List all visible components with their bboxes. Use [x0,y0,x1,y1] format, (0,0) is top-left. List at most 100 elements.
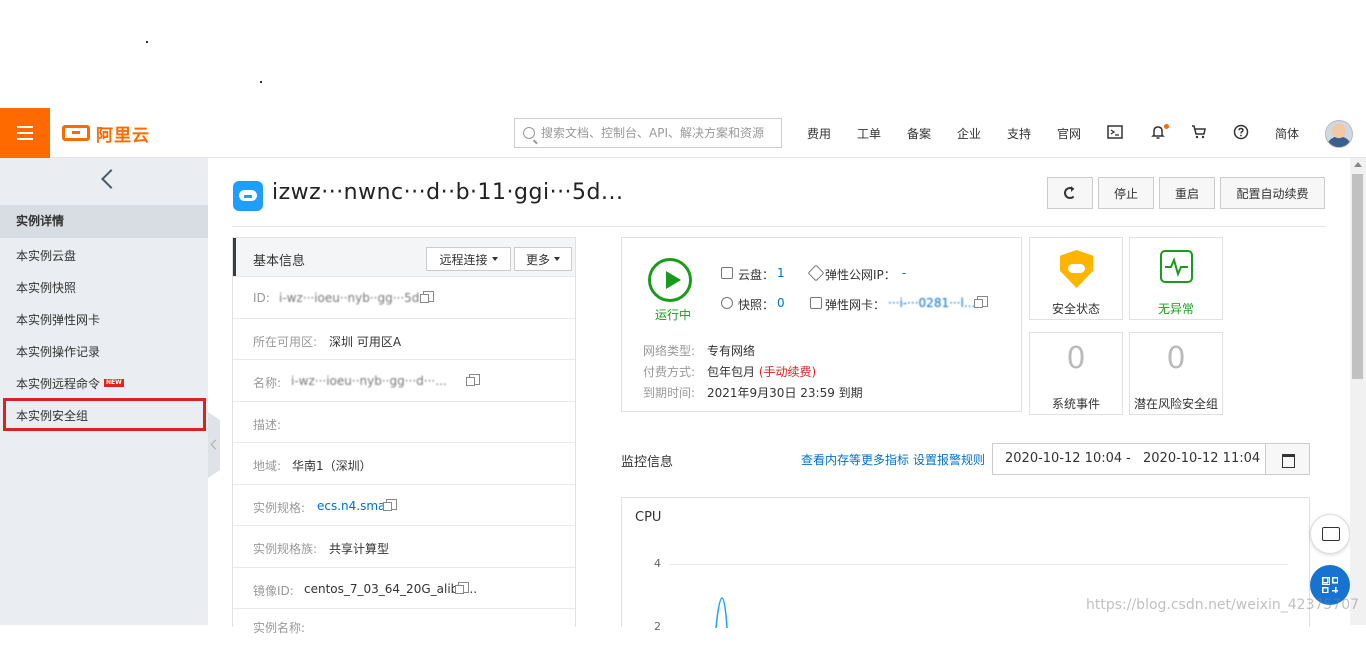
eip-label: 弹性公网IP： [825,268,896,282]
divider [232,226,1326,227]
range-end[interactable]: 2020-10-12 11:04 [1143,451,1260,466]
more-button[interactable]: 更多 [514,247,572,271]
top-navbar: 阿里云 费用 工单 备案 企业 支持 官网 简体 [0,108,1366,158]
info-value: i-wz···ioeu··nyb··gg···5d [279,291,420,305]
more-label: 更多 [525,252,550,267]
search-box[interactable] [514,118,782,148]
remote-connect-button[interactable]: 远程连接 [426,247,511,271]
nav-ticket[interactable]: 工单 [857,125,881,142]
copy-icon[interactable] [974,296,988,308]
info-row-name: 名称: i-wz···ioeu··nyb··gg···d···... [233,359,575,400]
user-avatar[interactable] [1325,120,1353,148]
billing-type: 包年包月 [707,365,756,379]
refresh-button[interactable] [1047,177,1093,209]
search-icon [523,127,535,139]
risk-security-groups-tile[interactable]: 0 潜在风险安全组 [1129,332,1223,415]
info-row-id: ID: i-wz···ioeu··nyb··gg···5d [233,276,575,317]
basic-info-header: 基本信息 远程连接 更多 [233,238,575,276]
help-icon[interactable] [1233,124,1249,140]
alarm-rules-link[interactable]: 设置报警规则 [913,451,985,468]
logo-text: 阿里云 [96,125,150,146]
snapshot-count[interactable]: 0 [777,296,785,310]
info-label: 地域: [253,459,282,473]
health-status-tile[interactable]: 无异常 [1129,237,1223,320]
range-start[interactable]: 2020-10-12 10:04 [1005,451,1122,466]
aliyun-logo-mark [62,125,90,141]
info-row-image-id: 镜像ID: centos_7_03_64_20G_aliba... [233,567,575,608]
cloud-disk-count[interactable]: 1 [777,266,785,280]
y-tick-label: 4 [654,557,661,570]
system-events-count: 0 [1066,341,1086,376]
running-status-icon [648,258,692,302]
nav-support[interactable]: 支持 [1007,125,1031,142]
chat-support-button[interactable] [1310,514,1350,554]
monitor-title: 监控信息 [621,455,674,470]
instance-spec-link[interactable]: ecs.n4.small [317,499,392,513]
info-value: 深圳 可用区A [329,335,402,349]
eni-value[interactable]: ···i-···0281···l... [888,296,975,310]
nav-enterprise[interactable]: 企业 [957,125,981,142]
range-separator: - [1126,451,1131,466]
terminal-icon[interactable] [1107,124,1123,140]
y-tick-label: 2 [654,620,661,633]
no-anomaly-label: 无异常 [1157,302,1194,316]
info-label: 所在可用区: [253,335,318,349]
restart-button[interactable]: 重启 [1159,177,1215,209]
more-metrics-link[interactable]: 查看内存等更多指标 [801,451,909,468]
shield-icon [1060,250,1093,288]
sidebar-item-remote-command[interactable]: 本实例远程命令 NEW [16,375,124,392]
info-row-spec-family: 实例规格族: 共享计算型 [233,525,575,566]
scroll-up-arrow-icon[interactable] [1354,162,1362,167]
time-range-picker[interactable]: 2020-10-12 10:04 - 2020-10-12 11:04 [992,443,1310,475]
nav-official[interactable]: 官网 [1057,125,1081,142]
sidebar-item-disks[interactable]: 本实例云盘 [16,247,76,264]
chart-title: CPU [635,510,662,525]
sidebar-item-operation-log[interactable]: 本实例操作记录 [16,343,100,360]
snapshot-icon [721,297,733,309]
security-status-tile[interactable]: 安全状态 [1029,237,1123,320]
sidebar-item-snapshots[interactable]: 本实例快照 [16,279,76,296]
info-value: 共享计算型 [329,542,390,556]
edit-icon[interactable] [466,374,480,386]
auto-renew-button[interactable]: 配置自动续费 [1220,177,1325,209]
cart-icon[interactable] [1191,124,1207,140]
security-status-label: 安全状态 [1051,302,1100,316]
nav-language[interactable]: 简体 [1275,125,1299,142]
eip-value[interactable]: - [902,266,906,280]
risk-security-groups-label: 潜在风险安全组 [1133,397,1218,411]
copy-icon[interactable] [455,582,469,594]
nav-fee[interactable]: 费用 [807,125,831,142]
info-label: 名称: [253,376,282,390]
sidebar-collapse-handle[interactable] [208,412,220,478]
system-events-tile[interactable]: 0 系统事件 [1029,332,1123,415]
search-input[interactable] [541,126,771,140]
instance-cloud-icon [233,181,263,211]
nav-icp[interactable]: 备案 [907,125,931,142]
refresh-icon [1064,186,1076,199]
network-type-value: 专有网络 [707,344,756,358]
scrollbar-thumb[interactable] [1352,174,1363,379]
expire-value: 2021年9月30日 23:59 到期 [707,386,863,400]
info-label: 镜像ID: [253,584,294,598]
sidebar-item-eni[interactable]: 本实例弹性网卡 [16,311,100,328]
heartbeat-icon [1160,250,1193,283]
menu-icon[interactable] [0,108,50,158]
aliyun-logo[interactable]: 阿里云 [62,122,150,146]
apps-grid-icon [1322,577,1338,593]
info-value: i-wz···ioeu··nyb··gg···d···... [291,374,447,388]
copy-icon[interactable] [383,499,397,511]
remote-connect-label: 远程连接 [439,252,488,267]
system-events-label: 系统事件 [1051,397,1100,411]
back-arrow-icon[interactable] [101,169,121,189]
copy-icon[interactable] [420,291,434,303]
info-label: 实例规格族: [253,542,318,556]
sidebar-section-title[interactable]: 实例详情 [0,205,208,238]
info-row-region: 地域: 华南1（深圳） [233,442,575,483]
stop-button[interactable]: 停止 [1098,177,1154,209]
info-row-instance-name: 实例名称: [233,608,575,649]
expire-label: 到期时间: [643,386,696,400]
network-card-icon [810,297,822,309]
notification-dot [1164,124,1169,129]
risk-security-groups-count: 0 [1166,341,1186,376]
calendar-icon[interactable] [1265,444,1309,474]
